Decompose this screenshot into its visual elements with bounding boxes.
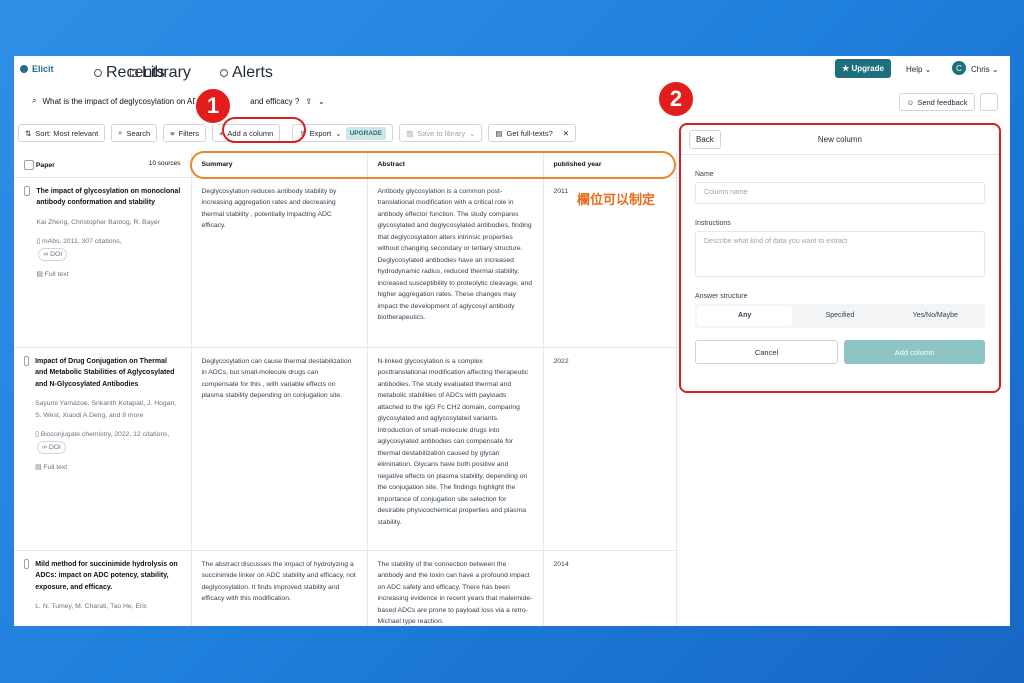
upgrade-badge: UPGRADE [345,126,387,140]
fulltext-link[interactable]: ▤ Full text [35,462,180,474]
library-icon: ▥ [406,128,414,138]
highlight-add-column-ring [222,117,306,143]
query-bar[interactable]: ⌕ What is the impact of deglycosylation … [32,96,325,106]
abstract-cell: Antibody glycosylation is a common post-… [367,177,544,348]
user-menu[interactable]: Chris ⌄ [971,65,999,74]
paper-title[interactable]: The impact of glycosylation on monoclona… [36,186,180,209]
summary-cell: Deglycosylation can cause thermal destab… [191,347,368,551]
column-name-input[interactable]: Column name [695,182,985,204]
query-suffix: and efficacy ? [250,96,300,106]
close-icon[interactable]: ✕ [563,129,569,138]
avatar[interactable]: C [952,61,966,75]
save-to-library-button[interactable]: ▥ Save to library ⌄ [399,124,483,142]
share-icon[interactable]: ⇪ [305,97,312,106]
query-text: What is the impact of deglycosylation on… [42,96,199,106]
doi-link[interactable]: ∞ DOI [38,247,68,261]
paper-title[interactable]: Mild method for succinimide hydrolysis o… [35,559,180,594]
help-menu[interactable]: Help ⌄ [906,65,931,74]
search-icon: ⌕ [32,96,37,105]
table-row[interactable]: Mild method for succinimide hydrolysis o… [14,550,677,626]
row-checkbox[interactable] [24,355,30,366]
panel-toggle-button[interactable] [980,93,998,111]
option-yes-no-maybe[interactable]: Yes/No/Maybe [888,306,983,326]
step-2-marker: 2 [657,80,695,118]
answer-structure-label: Answer structure [695,293,748,300]
row-checkbox[interactable] [24,185,31,196]
chevron-down-icon: ⌄ [469,128,476,138]
elicit-logo-icon [20,65,28,73]
abstract-cell: N-linked glycosylation is a complex post… [367,347,544,551]
table-row[interactable]: Impact of Drug Conjugation on Thermal an… [14,347,677,551]
get-fulltexts-button[interactable]: ▤ Get full-texts? ✕ [488,124,577,142]
doi-link[interactable]: ∞ DOI [37,440,66,454]
answer-structure-selector: Any Specified Yes/No/Maybe [695,304,985,328]
instructions-input[interactable]: Describe what kind of data you want to e… [695,231,985,277]
search-button[interactable]: ⌕ Search [111,124,158,142]
panel-title: New column [817,135,862,144]
venue: ▯ Bioconjugate chemistry, 2022, 12 citat… [35,429,180,454]
col-paper[interactable]: Paper 10 sources [14,153,192,178]
nav-alerts[interactable]: Alerts [220,64,273,82]
file-icon: ▤ [36,271,45,278]
name-label: Name [695,171,714,178]
paper-cell: The impact of glycosylation on monoclona… [14,177,192,348]
select-all-checkbox[interactable] [24,159,34,170]
abstract-cell: The stability of the connection between … [367,550,544,626]
send-feedback-button[interactable]: ☺ Send feedback [899,93,975,111]
step-1-marker: 1 [194,87,232,125]
option-specified[interactable]: Specified [792,306,887,326]
app-window: Elicit Recents Library Alerts ★ Upgrade … [14,56,1010,626]
paper-title[interactable]: Impact of Drug Conjugation on Thermal an… [35,356,180,391]
instructions-label: Instructions [695,220,731,227]
panel-header: Back New column [681,125,999,155]
venue: ▯ mAbs, 2011, 307 citations, ∞ DOI [36,236,180,261]
chevron-down-icon[interactable]: ⌄ [318,97,325,106]
app-logo[interactable]: Elicit [20,64,54,74]
search-icon: ⌕ [118,128,123,137]
results-table: Paper 10 sources Summary Abstract publish… [14,153,677,626]
summary-cell: Deglycosylation reduces antibody stabili… [191,177,368,348]
nav-library[interactable]: Library [130,64,191,82]
clock-icon [94,69,102,77]
bell-icon [220,69,228,77]
year-cell: 2014 [543,550,677,626]
library-icon [130,69,138,77]
cancel-button[interactable]: Cancel [695,340,838,364]
fulltext-link[interactable]: ▤ Full text [36,269,180,281]
summary-cell: The abstract discusses the impact of hyd… [191,550,368,626]
feedback-icon: ☺ [906,97,915,107]
filter-icon: ≡ [170,128,175,138]
year-cell: 2022 [543,347,677,551]
option-any[interactable]: Any [697,306,793,326]
panel-actions: Cancel Add column [695,340,985,364]
export-button[interactable]: ⇪ Export ⌄ UPGRADE [292,124,394,142]
back-button[interactable]: Back [689,130,721,149]
add-column-submit-button[interactable]: Add column [844,340,985,364]
sort-icon: ⇅ [25,128,32,138]
sort-button[interactable]: ⇅ Sort: Most relevant [18,124,106,142]
row-checkbox[interactable] [24,558,30,569]
custom-columns-annotation: 欄位可以制定 [577,192,656,207]
paper-cell: Mild method for succinimide hydrolysis o… [14,550,192,626]
new-column-panel: Back New column Name Column name Instruc… [679,123,1001,393]
highlight-columns-oval [190,151,676,179]
filters-button[interactable]: ≡ Filters [163,124,207,142]
upgrade-button[interactable]: ★ Upgrade [835,59,891,78]
document-icon: ▤ [495,128,503,138]
paper-cell: Impact of Drug Conjugation on Thermal an… [14,347,192,551]
